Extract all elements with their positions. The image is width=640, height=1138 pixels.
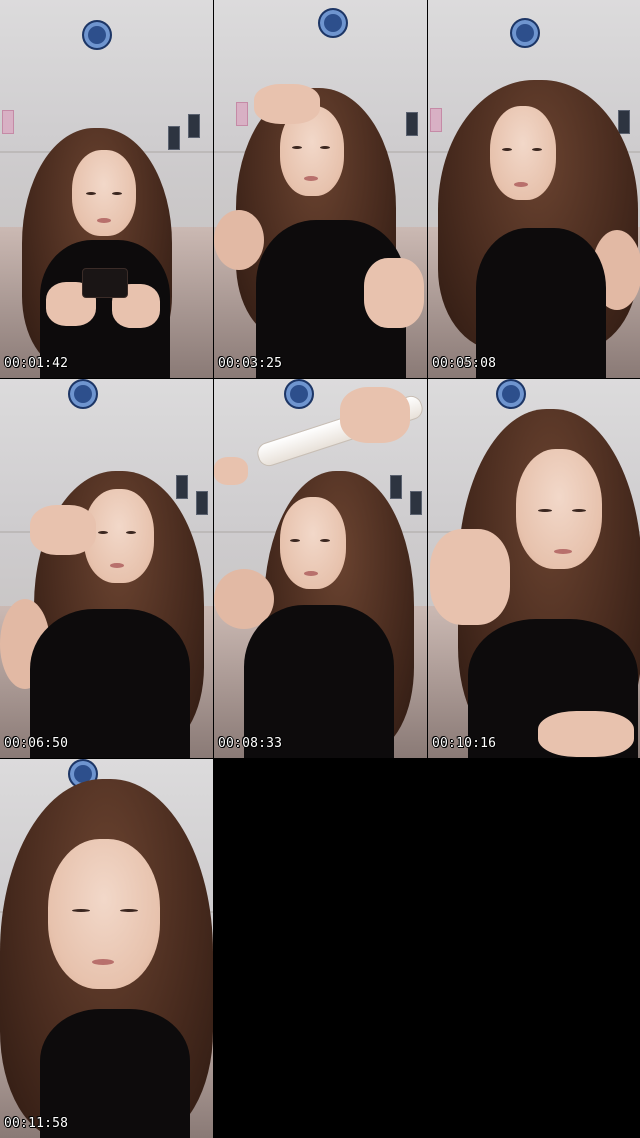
smartphone bbox=[82, 268, 128, 298]
frame-timestamp: 00:11:58 bbox=[4, 1116, 69, 1131]
wall-clock-icon bbox=[284, 379, 314, 409]
eye bbox=[538, 509, 552, 512]
video-frame-5: 00:08:33 bbox=[214, 379, 427, 758]
wall-clock-icon bbox=[510, 18, 540, 48]
wall-poster bbox=[390, 475, 402, 499]
eye bbox=[320, 146, 330, 149]
shoulder bbox=[214, 210, 264, 270]
hand bbox=[340, 387, 410, 443]
eye bbox=[292, 146, 302, 149]
wall-clock-icon bbox=[318, 8, 348, 38]
video-frame-7: 00:11:58 bbox=[0, 759, 213, 1138]
lips bbox=[554, 549, 572, 554]
eye bbox=[120, 909, 138, 912]
hand bbox=[430, 529, 510, 625]
lips bbox=[110, 563, 124, 568]
frame-timestamp: 00:05:08 bbox=[432, 356, 497, 371]
eye bbox=[320, 539, 330, 542]
video-frame-3: 00:05:08 bbox=[428, 0, 640, 378]
empty-frame-slot bbox=[428, 759, 640, 1138]
wall-clock-icon bbox=[68, 379, 98, 409]
wall-poster bbox=[2, 110, 14, 134]
video-frame-1: 00:01:42 bbox=[0, 0, 213, 378]
contact-sheet-grid: 00:01:42 00:03:25 00:05:08 00:06:50 00:0… bbox=[0, 0, 640, 1138]
hand bbox=[30, 505, 96, 555]
eye bbox=[532, 148, 542, 151]
eye bbox=[72, 909, 90, 912]
frame-timestamp: 00:03:25 bbox=[218, 356, 283, 371]
video-frame-6: 00:10:16 bbox=[428, 379, 640, 758]
lips bbox=[304, 571, 318, 576]
eye bbox=[502, 148, 512, 151]
wall-poster bbox=[168, 126, 180, 150]
wall-poster bbox=[176, 475, 188, 499]
frame-timestamp: 00:01:42 bbox=[4, 356, 69, 371]
wall-poster bbox=[430, 108, 442, 132]
eye bbox=[98, 531, 108, 534]
eye bbox=[86, 192, 96, 195]
lips bbox=[92, 959, 114, 965]
frame-timestamp: 00:10:16 bbox=[432, 736, 497, 751]
wall-poster bbox=[236, 102, 248, 126]
lips bbox=[304, 176, 318, 181]
hand bbox=[364, 258, 424, 328]
face bbox=[72, 150, 136, 236]
lips bbox=[514, 182, 528, 187]
wall-clock-icon bbox=[82, 20, 112, 50]
video-frame-4: 00:06:50 bbox=[0, 379, 213, 758]
hand bbox=[538, 711, 634, 757]
wall-clock-icon bbox=[496, 379, 526, 409]
video-frame-2: 00:03:25 bbox=[214, 0, 427, 378]
wall-poster bbox=[410, 491, 422, 515]
lips bbox=[97, 218, 111, 223]
eye bbox=[112, 192, 122, 195]
face bbox=[48, 839, 160, 989]
empty-frame-slot bbox=[214, 759, 427, 1138]
hand bbox=[214, 457, 248, 485]
wall-poster bbox=[618, 110, 630, 134]
hand bbox=[254, 84, 320, 124]
wall-poster bbox=[188, 114, 200, 138]
wall-poster bbox=[406, 112, 418, 136]
eye bbox=[290, 539, 300, 542]
eye bbox=[572, 509, 586, 512]
eye bbox=[126, 531, 136, 534]
wall-poster bbox=[196, 491, 208, 515]
frame-timestamp: 00:08:33 bbox=[218, 736, 283, 751]
frame-timestamp: 00:06:50 bbox=[4, 736, 69, 751]
